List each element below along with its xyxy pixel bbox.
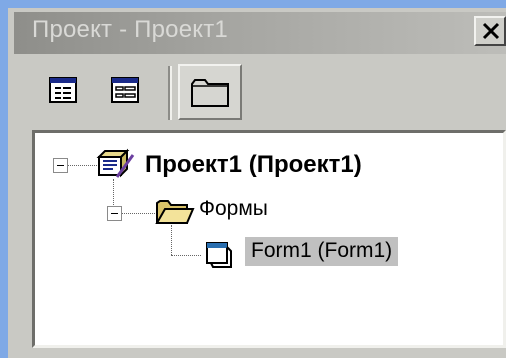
window-title: Проект - Проект1 [32, 16, 228, 43]
folder-icon [191, 79, 229, 107]
toolbar [14, 64, 506, 124]
tree-root-label[interactable]: Проект1 (Проект1) [145, 151, 362, 179]
view-object-icon [111, 77, 139, 103]
project-tree[interactable]: Проект1 (Проект1) Формы Form1 (Form1) [32, 130, 506, 348]
toolbar-separator [168, 66, 172, 120]
toggle-folders-button[interactable] [178, 64, 242, 120]
view-code-icon [49, 77, 77, 103]
close-icon [482, 22, 500, 40]
tree-connector [121, 213, 157, 214]
folder-collapse-toggle[interactable] [107, 206, 122, 221]
project-explorer-window: Проект - Проект1 Проект1 (Проект1) Формы… [8, 8, 506, 358]
tree-item-label-selected[interactable]: Form1 (Form1) [245, 237, 399, 266]
tree-folder-label[interactable]: Формы [199, 197, 268, 221]
form-icon [206, 242, 232, 268]
tree-connector [171, 225, 172, 255]
tree-connector [171, 255, 201, 256]
close-button[interactable] [474, 16, 506, 46]
folder-open-icon [155, 200, 195, 224]
title-bar[interactable]: Проект - Проект1 [14, 12, 506, 54]
project-icon [96, 148, 135, 178]
view-object-button[interactable] [106, 72, 148, 114]
view-code-button[interactable] [44, 72, 86, 114]
root-collapse-toggle[interactable] [53, 158, 68, 173]
tree-connector [67, 165, 97, 166]
